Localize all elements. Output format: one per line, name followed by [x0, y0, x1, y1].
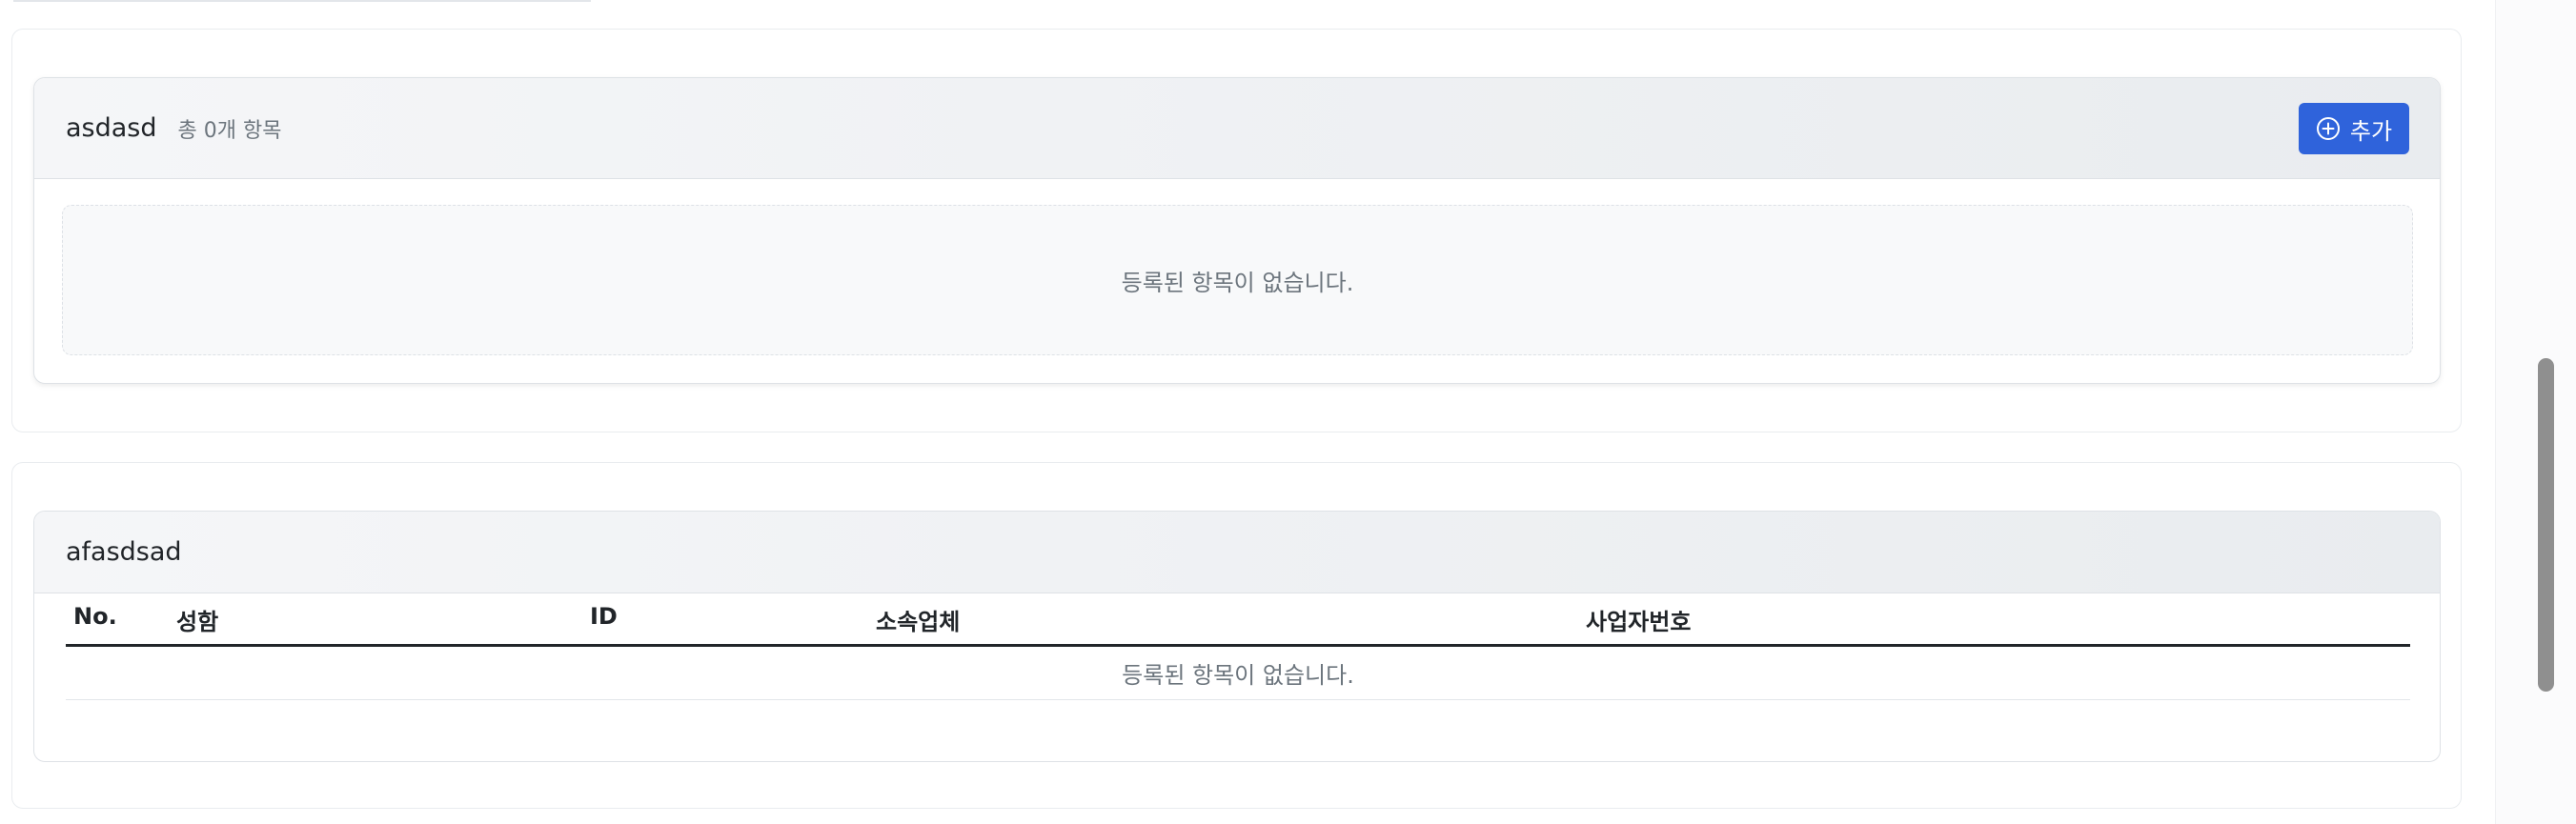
column-header-business-number: 사업자번호	[1586, 609, 1692, 635]
empty-state-message: 등록된 항목이 없습니다.	[1121, 269, 1354, 296]
asdasd-title: asdasd	[66, 113, 157, 143]
members-table: No. 성함 ID 소속업체 사업자번호 등록된 항목이 없습니다.	[66, 593, 2410, 700]
add-button[interactable]: 추가	[2299, 103, 2409, 154]
table-empty-row: 등록된 항목이 없습니다.	[66, 647, 2410, 700]
item-count: 총 0개 항목	[177, 118, 282, 143]
afasdsad-title: afasdsad	[66, 537, 182, 567]
section-card-afasdsad: afasdsad No. 성함 ID 소속업체 사업자번호 등록된 항목이 없습…	[11, 462, 2462, 809]
afasdsad-panel: afasdsad No. 성함 ID 소속업체 사업자번호 등록된 항목이 없습…	[33, 511, 2441, 762]
scrollbar-track[interactable]	[2495, 0, 2576, 824]
asdasd-panel: asdasd 총 0개 항목 추가 등록된 항목이 없습니다.	[33, 77, 2441, 384]
empty-state: 등록된 항목이 없습니다.	[62, 205, 2413, 355]
column-header-no: No.	[73, 603, 117, 630]
afasdsad-panel-header: afasdsad	[34, 512, 2440, 593]
column-header-name: 성함	[176, 609, 219, 635]
asdasd-panel-header: asdasd 총 0개 항목 추가	[34, 78, 2440, 179]
plus-circle-icon	[2316, 117, 2340, 140]
previous-card-edge	[13, 0, 591, 2]
table-header-row: No. 성함 ID 소속업체 사업자번호	[66, 593, 2410, 647]
column-header-id: ID	[590, 603, 618, 630]
page: asdasd 총 0개 항목 추가 등록된 항목이 없습니다. afasdsad	[0, 0, 2576, 824]
table-empty-message: 등록된 항목이 없습니다.	[1122, 662, 1354, 689]
scrollbar-thumb[interactable]	[2538, 358, 2554, 692]
column-header-company: 소속업체	[876, 609, 961, 635]
add-button-label: 추가	[2349, 117, 2393, 145]
section-card-asdasd: asdasd 총 0개 항목 추가 등록된 항목이 없습니다.	[11, 29, 2462, 432]
